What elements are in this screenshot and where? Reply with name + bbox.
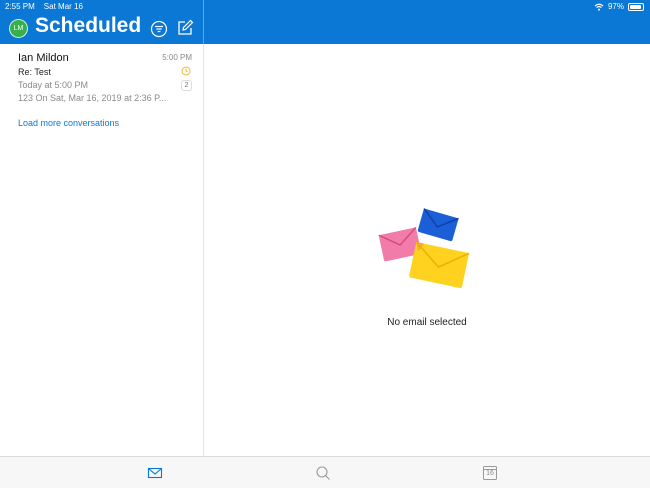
message-preview: 123 On Sat, Mar 16, 2019 at 2:36 P... (18, 93, 167, 103)
battery-icon (628, 2, 644, 11)
message-time: 5:00 PM (162, 53, 192, 62)
compose-icon[interactable] (176, 19, 194, 37)
status-bar-left: 2:55 PM Sat Mar 16 (5, 2, 83, 11)
clock-icon (181, 66, 191, 76)
wifi-icon (594, 3, 604, 11)
battery-percent: 97% (607, 2, 624, 11)
search-icon[interactable] (315, 465, 331, 481)
calendar-day-label: 16 (486, 470, 494, 477)
scheduled-time: Today at 5:00 PM (18, 80, 89, 90)
top-bar: 2:55 PM Sat Mar 16 97% LM Scheduled (0, 0, 650, 44)
message-list: Ian Mildon 5:00 PM Re: Test Today at 5:0… (0, 44, 203, 456)
avatar[interactable]: LM (9, 19, 28, 38)
status-time: 2:55 PM (5, 2, 35, 11)
envelopes-illustration (378, 208, 470, 289)
page-title: Scheduled (35, 14, 142, 37)
message-sender: Ian Mildon (18, 52, 69, 64)
header-divider (203, 0, 204, 44)
list-item[interactable]: Ian Mildon 5:00 PM Re: Test Today at 5:0… (0, 44, 203, 106)
empty-state-text: No email selected (387, 317, 467, 328)
message-subject: Re: Test (18, 67, 51, 77)
filter-icon[interactable] (150, 20, 168, 38)
pane-divider (203, 44, 204, 456)
thread-count-badge: 2 (181, 80, 192, 91)
status-date: Sat Mar 16 (43, 2, 83, 11)
tab-bar: 16 (0, 456, 650, 488)
calendar-icon[interactable]: 16 (482, 465, 498, 481)
status-bar-right: 97% (594, 2, 644, 11)
mail-icon[interactable] (147, 465, 163, 481)
load-more-link[interactable]: Load more conversations (18, 118, 119, 128)
